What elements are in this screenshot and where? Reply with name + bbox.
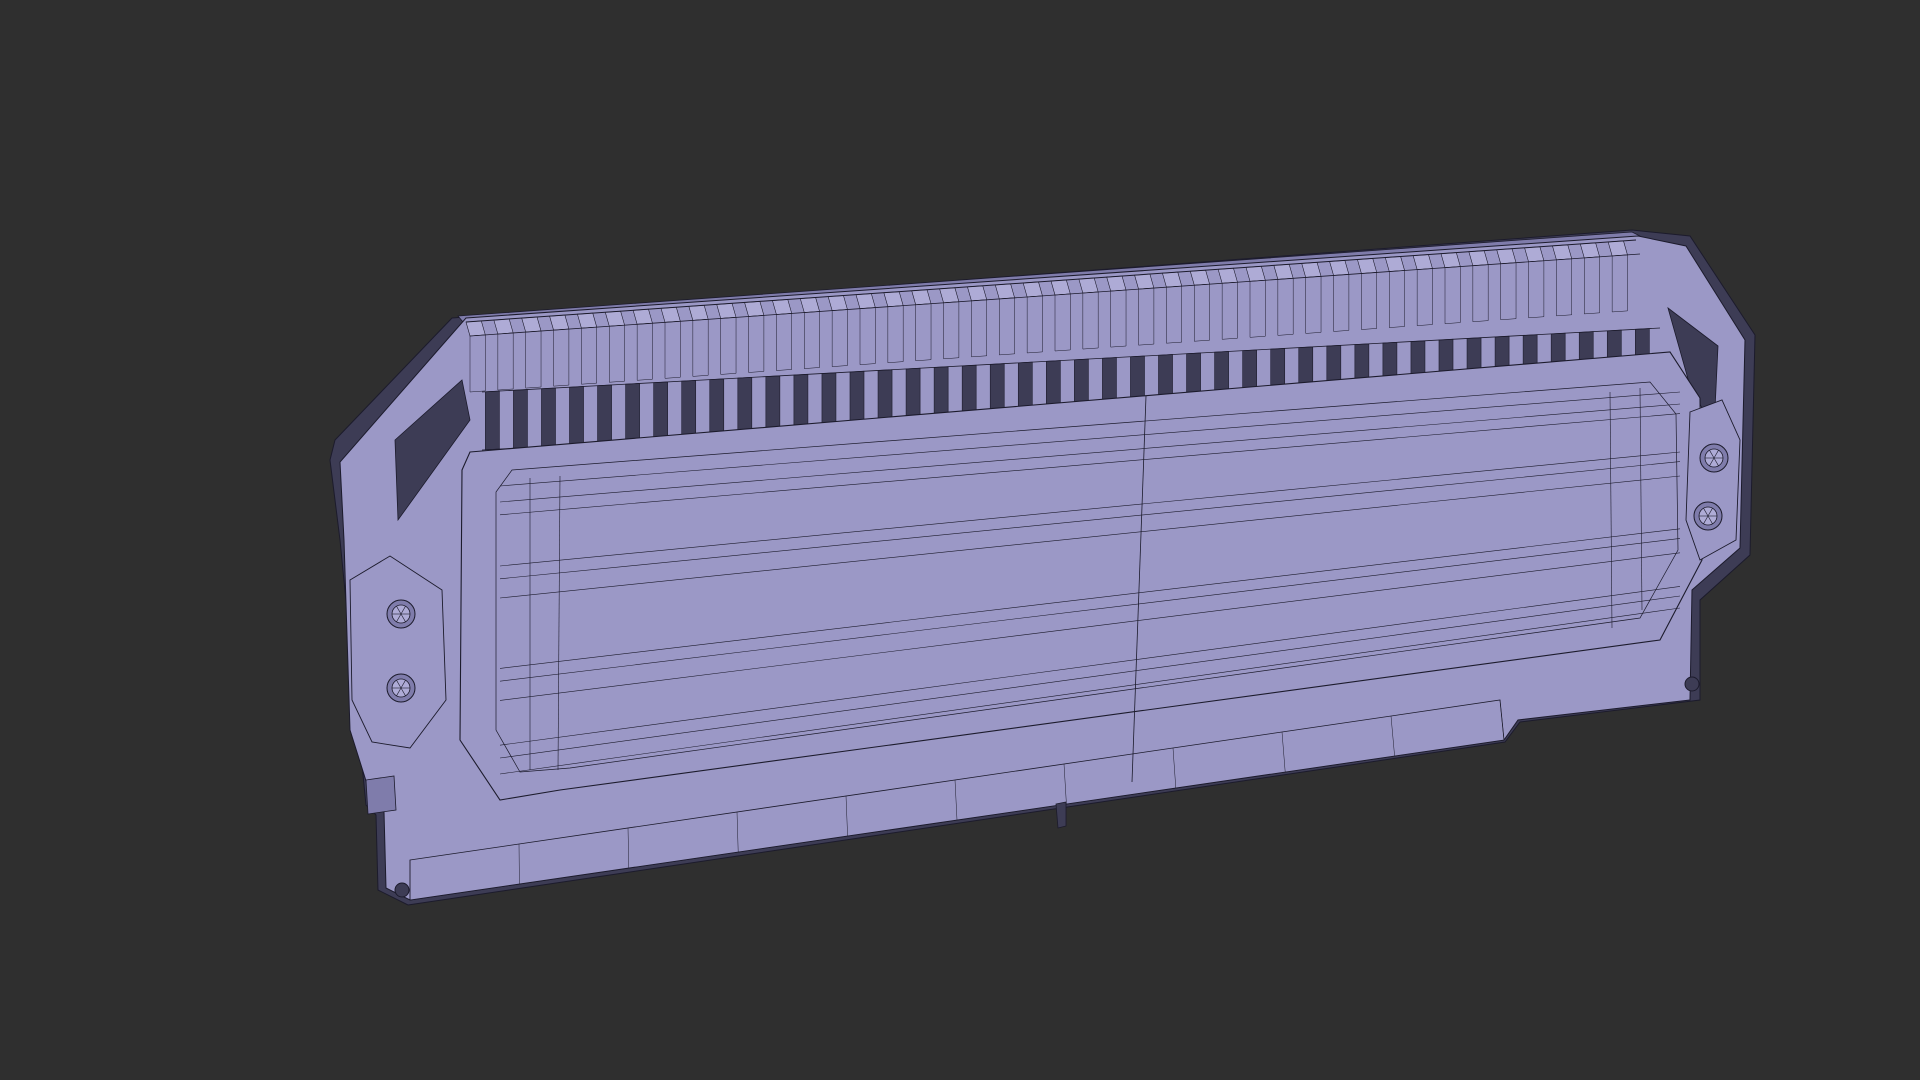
fin-face <box>1528 260 1545 319</box>
fin-face <box>664 320 681 379</box>
fin-face <box>497 332 514 391</box>
fin-slot <box>737 377 753 437</box>
fin-face <box>831 309 848 367</box>
fin-face <box>1026 295 1043 354</box>
screw-head <box>386 673 416 703</box>
fin-face <box>776 313 792 371</box>
fin-slot <box>625 383 640 443</box>
fin-slot <box>765 375 781 435</box>
fin-face <box>1444 266 1461 324</box>
fin-face <box>748 315 765 373</box>
fin-face <box>1611 254 1628 313</box>
fin-face <box>1584 256 1600 315</box>
fin-face <box>1277 278 1294 336</box>
fin-slot <box>485 390 500 451</box>
fin-face <box>887 305 904 363</box>
fin-face <box>1249 279 1266 338</box>
fin-face <box>971 299 987 358</box>
fin-slot <box>709 378 725 438</box>
fin-face <box>804 311 820 369</box>
fin-face <box>1472 264 1489 322</box>
fin-face <box>1166 285 1182 344</box>
fin-face <box>692 319 709 377</box>
fin-slot <box>541 387 556 448</box>
fin-slot <box>653 381 668 441</box>
fin-slot <box>513 389 528 449</box>
fin-face <box>553 328 570 387</box>
left-latch <box>365 775 397 815</box>
fin-face <box>1194 283 1210 342</box>
fin-face <box>1082 291 1099 350</box>
fin-face <box>1054 293 1071 352</box>
ram-model-wireframe <box>329 229 1756 906</box>
screw-head <box>1699 443 1729 473</box>
fin-face <box>636 322 653 381</box>
fin-face <box>1333 274 1350 332</box>
fin-face <box>1389 270 1405 328</box>
fin-face <box>1305 276 1322 334</box>
fin-face <box>943 301 960 360</box>
screw-head <box>1693 501 1723 531</box>
fin-face <box>1361 272 1377 330</box>
fin-face <box>525 330 542 389</box>
fin-face <box>720 317 737 375</box>
mount-hole <box>394 882 410 898</box>
screw-head <box>386 599 416 629</box>
3d-viewport[interactable] <box>0 0 1920 1080</box>
fin-face <box>1416 268 1433 326</box>
fin-face <box>1556 258 1572 317</box>
right-bracket <box>1685 399 1741 561</box>
fin-face <box>1110 289 1127 348</box>
fin-face <box>469 334 486 393</box>
fin-face <box>1221 281 1238 340</box>
pcb-key-notch <box>1055 801 1067 829</box>
fin-slot <box>569 386 584 446</box>
fin-face <box>859 307 876 365</box>
fin-slot <box>681 380 697 440</box>
fin-face <box>1138 287 1155 346</box>
fin-face <box>1500 262 1517 321</box>
mount-hole <box>1684 676 1700 692</box>
fin-slot <box>597 384 612 445</box>
left-bracket <box>349 555 447 749</box>
fin-face <box>999 297 1015 356</box>
fin-face <box>609 324 625 383</box>
fin-face <box>581 326 597 385</box>
fin-face <box>915 303 932 362</box>
